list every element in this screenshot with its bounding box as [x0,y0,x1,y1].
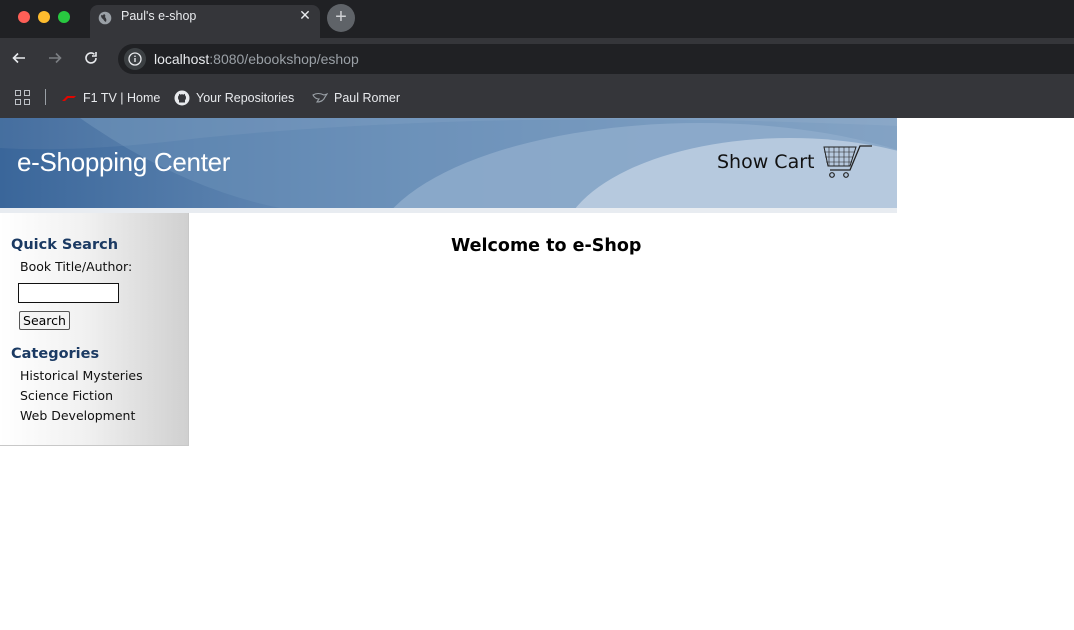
site-info-icon[interactable] [124,48,146,70]
bookmark-your-repositories[interactable]: Your Repositories [174,89,294,107]
category-web-development[interactable]: Web Development [20,408,135,423]
bookmarks-divider [45,89,46,105]
web-page: e-Shopping Center Show Cart Quick Search… [0,118,1074,630]
browser-titlebar: Paul's e-shop ✕ + [0,0,1074,38]
bird-icon [312,92,328,103]
welcome-heading: Welcome to e-Shop [451,236,642,256]
maximize-window-button[interactable] [58,11,70,23]
show-cart-link[interactable]: Show Cart [717,144,874,180]
browser-tab[interactable]: Paul's e-shop ✕ [90,5,320,38]
forward-arrow-icon[interactable] [47,50,63,66]
tab-title: Paul's e-shop [121,9,197,23]
header-banner: e-Shopping Center Show Cart [0,118,897,208]
tab-close-icon[interactable]: ✕ [298,8,312,22]
search-button[interactable]: Search [19,311,70,330]
browser-toolbar: localhost:8080/ebookshop/eshop [0,38,1074,78]
site-title: e-Shopping Center [17,147,231,177]
globe-icon [98,11,112,25]
search-field-label: Book Title/Author: [20,259,133,274]
bookmark-paul-romer[interactable]: Paul Romer [312,89,400,107]
back-arrow-icon[interactable] [11,50,27,66]
shopping-cart-icon [823,145,873,178]
sidebar: Quick Search Book Title/Author: Search C… [0,213,189,446]
apps-grid-icon[interactable] [15,90,30,105]
category-science-fiction[interactable]: Science Fiction [20,388,113,403]
address-bar[interactable]: localhost:8080/ebookshop/eshop [118,44,1074,74]
show-cart-label: Show Cart [717,151,815,173]
reload-icon[interactable] [83,50,99,66]
category-historical-mysteries[interactable]: Historical Mysteries [20,368,143,383]
bookmark-label: Paul Romer [334,91,400,105]
github-icon [174,90,190,106]
url-path: :8080/ebookshop/eshop [209,51,359,67]
f1-logo-icon [62,96,76,101]
bookmark-label: Your Repositories [196,91,295,105]
search-input[interactable] [18,283,119,303]
url-host: localhost [154,51,210,67]
bookmarks-bar: F1 TV | Home Your Repositories Paul Rome… [0,78,1074,118]
url-text: localhost:8080/ebookshop/eshop [154,51,359,67]
bookmark-f1-tv[interactable]: F1 TV | Home [61,89,160,107]
minimize-window-button[interactable] [38,11,50,23]
close-window-button[interactable] [18,11,30,23]
new-tab-button[interactable]: + [327,4,355,32]
quick-search-heading: Quick Search [11,237,119,253]
categories-heading: Categories [11,346,100,362]
bookmark-label: F1 TV | Home [83,91,161,105]
